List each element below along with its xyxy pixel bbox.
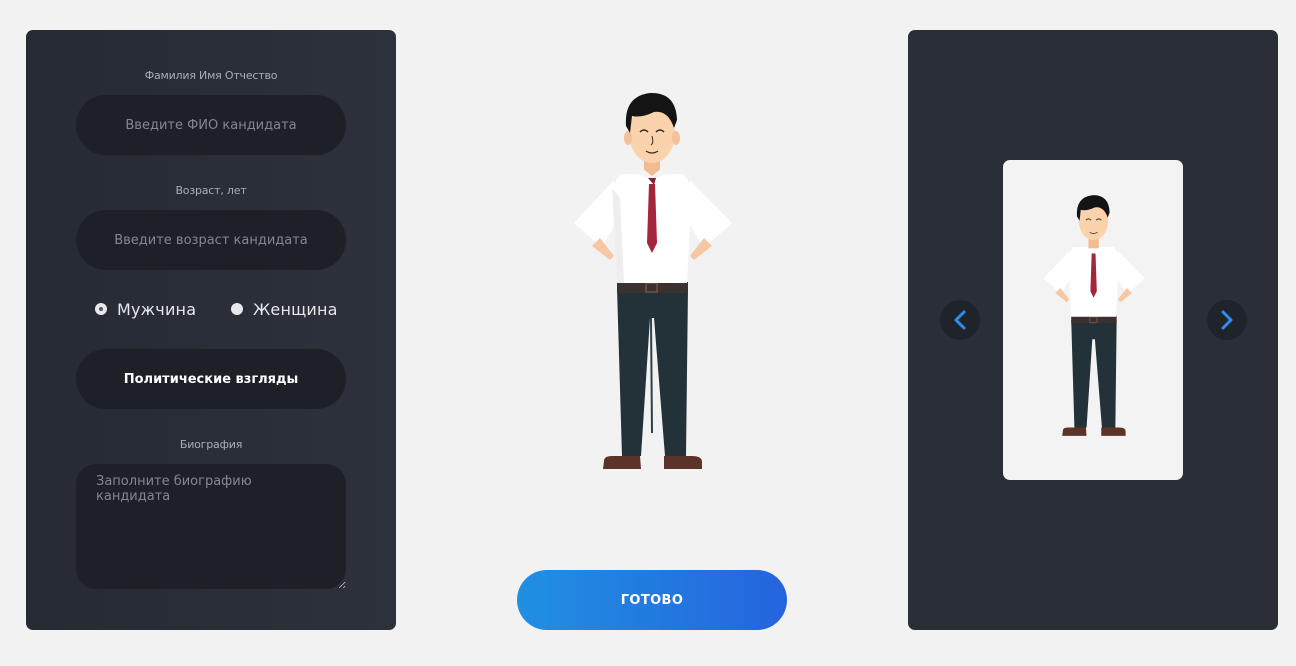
chevron-left-icon xyxy=(954,310,966,330)
character-thumbnail xyxy=(1043,195,1145,436)
candidate-form-panel: Фамилия Имя Отчество Возраст, лет Мужчин… xyxy=(26,30,396,630)
chevron-right-icon xyxy=(1221,310,1233,330)
bio-textarea[interactable] xyxy=(76,464,346,589)
gender-female-label: Женщина xyxy=(253,299,338,319)
prev-character-button[interactable] xyxy=(940,300,980,340)
bio-label: Биография xyxy=(179,438,243,451)
candidate-character xyxy=(574,92,732,469)
fio-label: Фамилия Имя Отчество xyxy=(144,69,278,82)
character-preview-card[interactable] xyxy=(1003,160,1183,480)
fio-input[interactable] xyxy=(76,95,346,155)
age-label: Возраст, лет xyxy=(175,184,247,197)
radio-male[interactable] xyxy=(95,303,107,315)
character-gallery-panel xyxy=(908,30,1278,630)
gender-male-option[interactable]: Мужчина xyxy=(95,296,196,322)
done-button[interactable]: ГОТОВО xyxy=(517,570,787,630)
gender-female-option[interactable]: Женщина xyxy=(231,296,338,322)
gender-radio-group: Мужчина Женщина xyxy=(26,296,396,322)
political-views-button[interactable]: Политические взгляды xyxy=(76,349,346,409)
next-character-button[interactable] xyxy=(1207,300,1247,340)
gender-male-label: Мужчина xyxy=(117,299,197,319)
character-figure xyxy=(574,92,732,469)
age-input[interactable] xyxy=(76,210,346,270)
radio-female[interactable] xyxy=(231,303,243,315)
